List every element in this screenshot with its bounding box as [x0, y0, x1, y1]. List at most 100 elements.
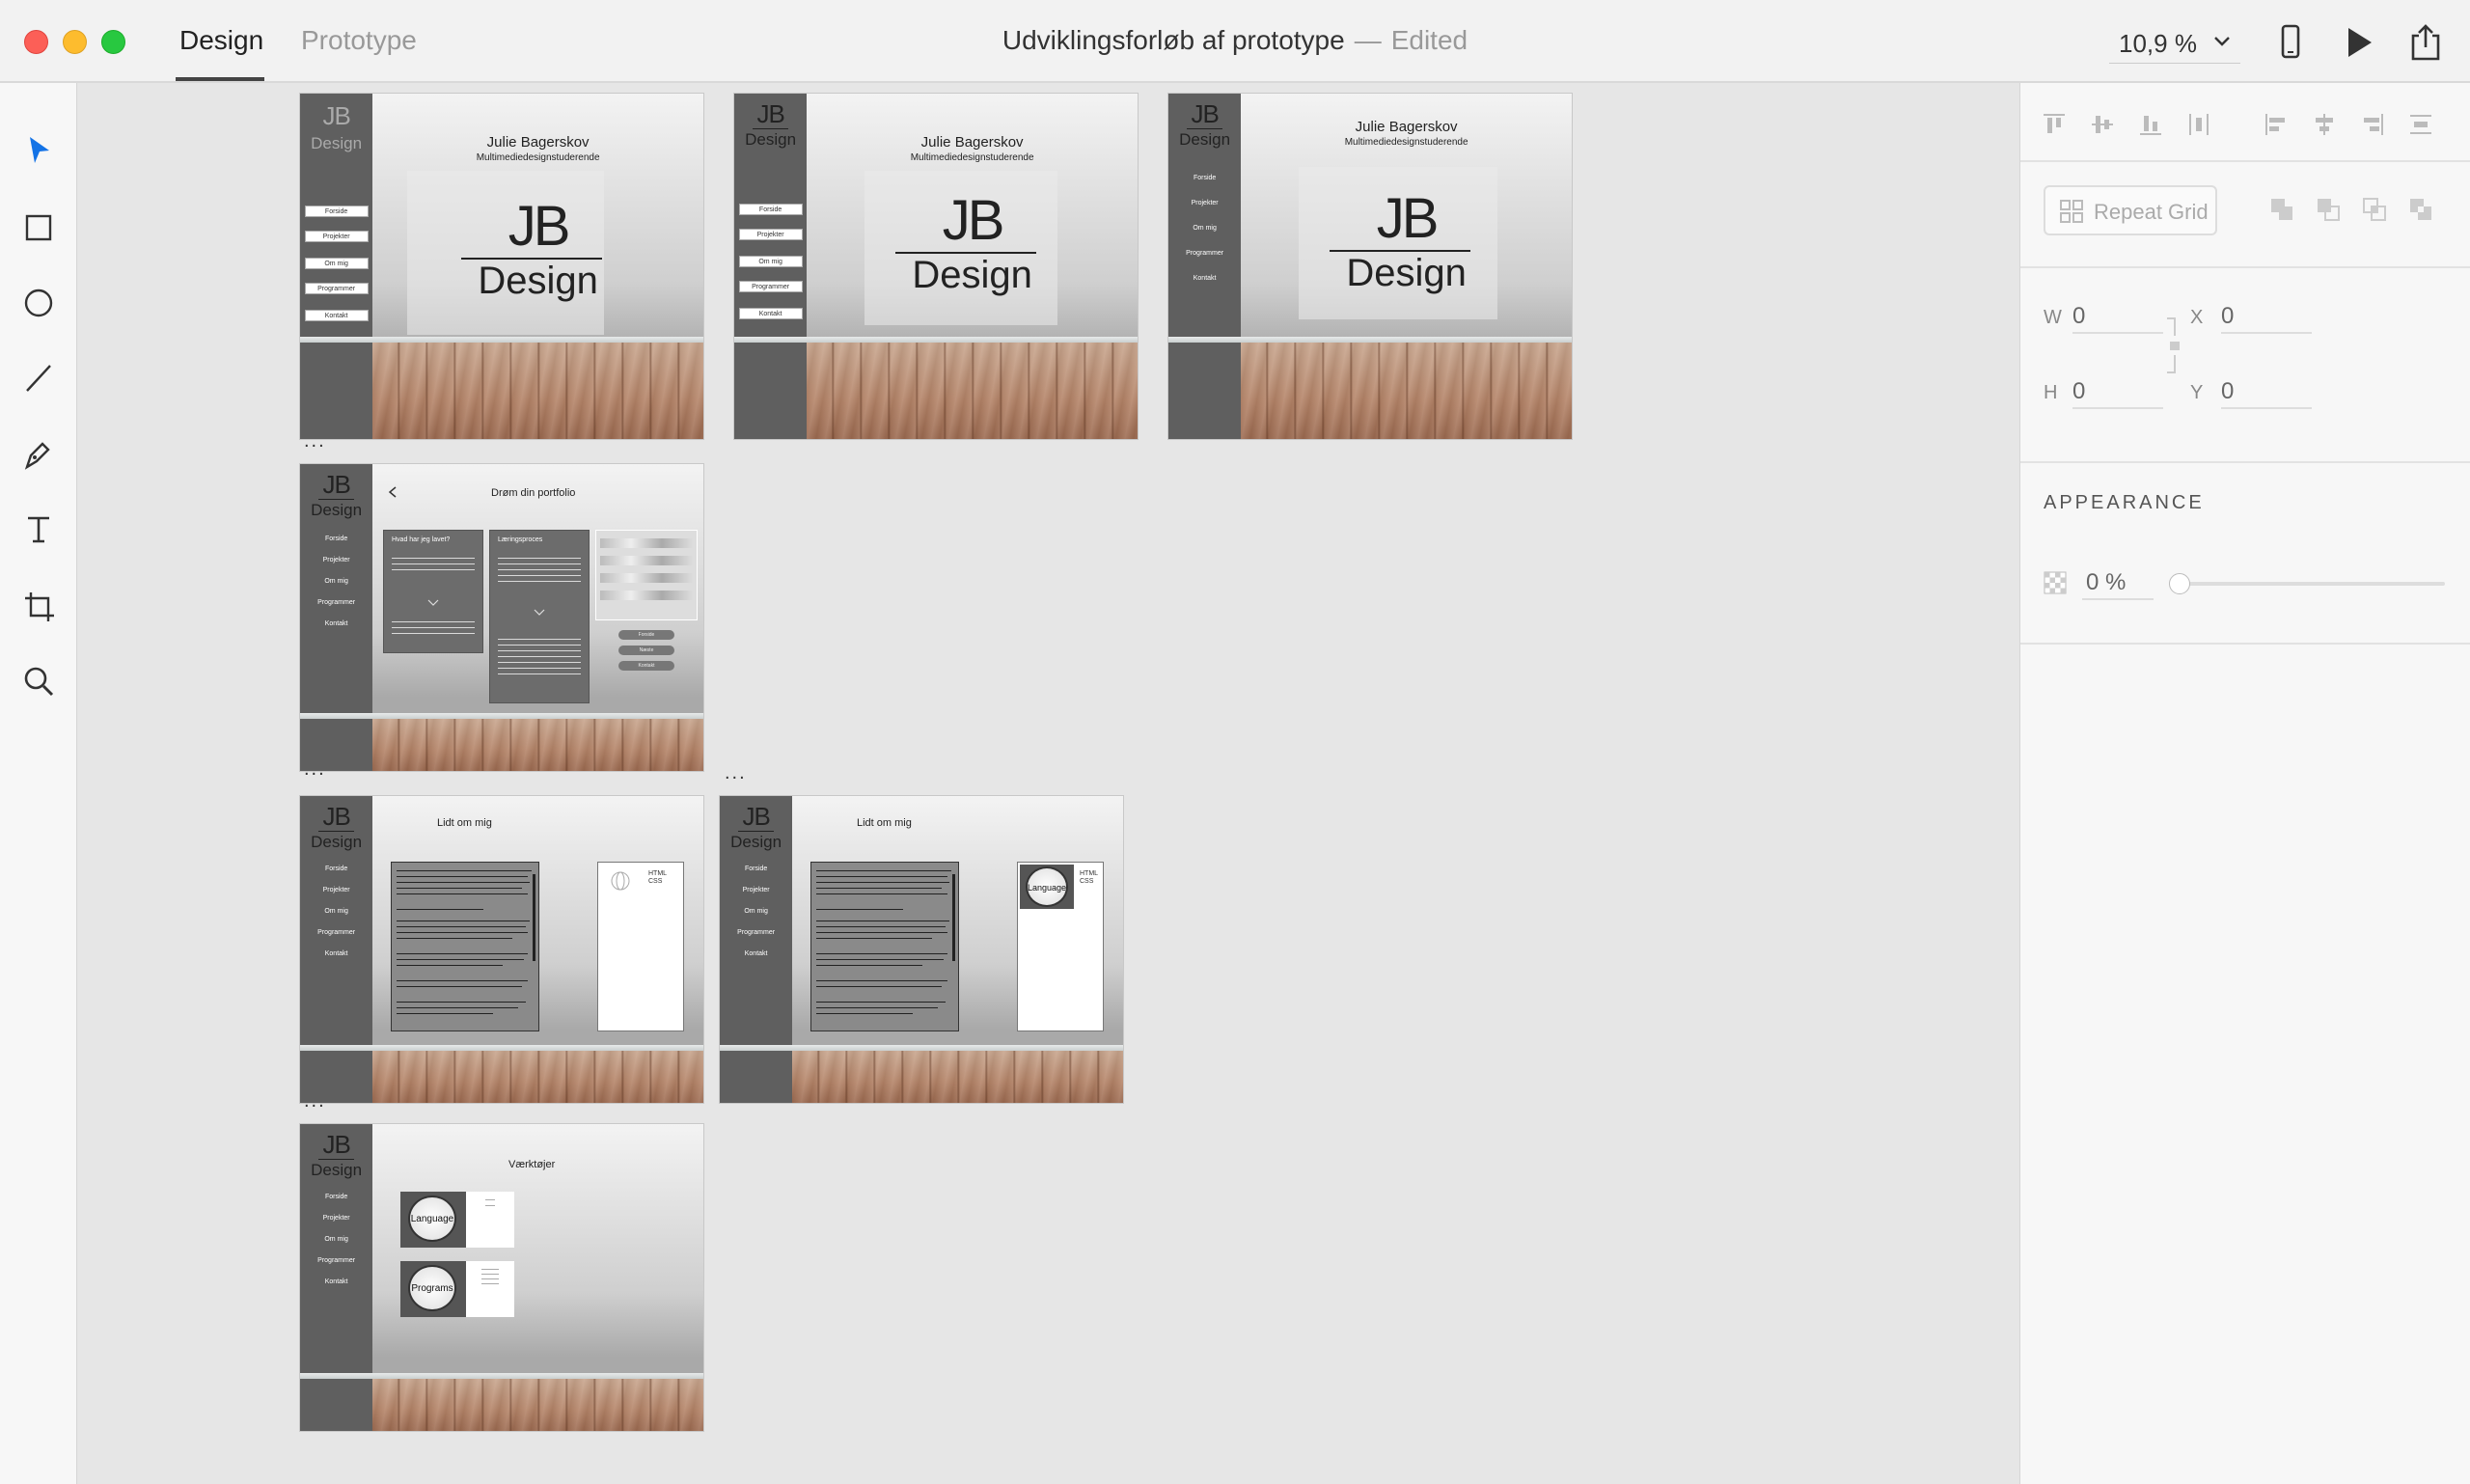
ellipse-icon[interactable] [19, 284, 58, 322]
width-value: 0 [2072, 303, 2086, 329]
minimize-window-button[interactable] [63, 30, 87, 54]
opacity-slider-handle[interactable] [2169, 573, 2190, 594]
artboard-more-indicator: ... [304, 1090, 326, 1112]
zoom-dropdown[interactable]: 10,9 % [2109, 21, 2240, 64]
artboard-about-2[interactable]: JB Design Forside Projekter Om mig Progr… [719, 795, 1124, 1104]
artboard-logo-jb: JB [322, 1130, 350, 1159]
chevron-down-icon [427, 599, 439, 606]
opacity-field[interactable]: 0 % [2082, 565, 2154, 600]
tab-design[interactable]: Design [179, 25, 263, 56]
mini-button: Næste [618, 646, 674, 655]
text-line [816, 876, 947, 877]
artboard-logo-line [317, 1159, 355, 1160]
artboard-name: Julie Bagerskov [486, 134, 590, 151]
artboard-name: Julie Bagerskov [920, 134, 1024, 151]
card-text-line [498, 662, 581, 663]
edited-status: Edited [1390, 25, 1468, 55]
title-separator: — [1354, 25, 1382, 55]
play-preview-icon[interactable] [2337, 21, 2379, 64]
boolean-subtract-icon[interactable] [2314, 195, 2343, 224]
align-bottom-icon[interactable] [2136, 110, 2165, 139]
align-right-icon[interactable] [2358, 110, 2387, 139]
boolean-add-icon[interactable] [2267, 195, 2296, 224]
artboard-home-2[interactable]: JB Design Forside Projekter Om mig Progr… [733, 93, 1139, 440]
text-line [816, 938, 932, 939]
distribute-vertical-icon[interactable] [2406, 110, 2435, 139]
nav-item: Projekter [1191, 200, 1219, 206]
nav-item: Om mig [1193, 225, 1217, 232]
text-line [397, 926, 526, 927]
big-logo-jb: JB [942, 189, 1005, 252]
artboard-more-indicator: ... [304, 430, 326, 452]
card-text-line [498, 650, 581, 651]
artboard-subtitle: Multimediedesignstuderende [476, 152, 600, 163]
text-icon[interactable] [19, 509, 58, 548]
artboard-home-3[interactable]: JB Design Forside Projekter Om mig Progr… [1167, 93, 1573, 440]
y-field[interactable]: 0 [2221, 374, 2312, 409]
text-line [816, 965, 922, 966]
chevron-down-icon [2214, 37, 2230, 46]
lock-aspect-icon[interactable] [2165, 316, 2184, 374]
device-preview-icon[interactable] [2269, 21, 2312, 64]
text-line [397, 870, 532, 871]
artboard-about-1[interactable]: JB Design Forside Projekter Om mig Progr… [299, 795, 704, 1104]
wood-floor [372, 1379, 703, 1431]
artboard-icon[interactable] [19, 587, 58, 625]
align-top-icon[interactable] [2040, 110, 2069, 139]
artboard-portfolio[interactable]: JB Design Forside Projekter Om mig Progr… [299, 463, 704, 772]
text-line [397, 953, 528, 954]
nav-item: Om mig [738, 256, 803, 267]
tools-heading: Værktøjer [508, 1159, 556, 1170]
pen-icon[interactable] [19, 434, 58, 473]
nav-item: Kontakt [738, 308, 803, 319]
badge-info-card [466, 1192, 514, 1248]
select-arrow-icon[interactable] [19, 131, 58, 170]
artboard-home-1[interactable]: JB Design Forside Projekter Om mig Progr… [299, 93, 704, 440]
text-line [816, 959, 944, 960]
nav-item: Om mig [324, 578, 348, 585]
x-field[interactable]: 0 [2221, 299, 2312, 334]
line-icon[interactable] [19, 359, 58, 398]
nav-item: Projekter [322, 887, 350, 893]
rectangle-icon[interactable] [19, 208, 58, 247]
opacity-checker-icon [2044, 571, 2067, 594]
card-text-line [392, 563, 475, 564]
nav-item: Kontakt [324, 1278, 348, 1285]
artboard-logo-jb: JB [742, 802, 770, 831]
artboard-tools[interactable]: JB Design Forside Projekter Om mig Progr… [299, 1123, 704, 1432]
text-line [485, 1205, 495, 1206]
maximize-window-button[interactable] [101, 30, 125, 54]
nav-item: Programmer [317, 1257, 356, 1264]
artboard-subtitle: Multimediedesignstuderende [1344, 137, 1468, 148]
artboard-logo-line [317, 831, 355, 832]
share-icon[interactable] [2404, 21, 2447, 64]
distribute-horizontal-icon[interactable] [2184, 110, 2213, 139]
boolean-intersect-icon[interactable] [2360, 195, 2389, 224]
skills-card: HTML CSS [597, 862, 684, 1031]
x-label: X [2190, 307, 2204, 328]
align-center-icon[interactable] [2310, 110, 2339, 139]
tab-prototype[interactable]: Prototype [301, 25, 417, 56]
artboard-logo-design: Design [311, 1161, 363, 1179]
card-text-line [498, 575, 581, 576]
nav-item: Om mig [744, 908, 768, 915]
align-left-icon[interactable] [2262, 110, 2291, 139]
height-field[interactable]: 0 [2072, 374, 2163, 409]
appearance-heading: APPEARANCE [2044, 492, 2205, 513]
design-canvas[interactable]: JB Design Forside Projekter Om mig Progr… [78, 83, 2019, 1484]
nav-item: Programmer [317, 929, 356, 936]
repeat-grid-button[interactable]: Repeat Grid [2044, 185, 2217, 235]
nav-item: Projekter [322, 1215, 350, 1222]
boolean-exclude-icon[interactable] [2406, 195, 2435, 224]
align-middle-icon[interactable] [2088, 110, 2117, 139]
text-line [485, 1199, 495, 1200]
opacity-slider-track[interactable] [2175, 582, 2445, 586]
width-field[interactable]: 0 [2072, 299, 2163, 334]
close-window-button[interactable] [24, 30, 48, 54]
thumbnail-strip [600, 591, 693, 600]
card-text-line [392, 569, 475, 570]
nav-item: Kontakt [324, 950, 348, 957]
active-tab-indicator [176, 77, 264, 81]
zoom-icon[interactable] [19, 662, 58, 701]
wood-floor [792, 1051, 1123, 1103]
